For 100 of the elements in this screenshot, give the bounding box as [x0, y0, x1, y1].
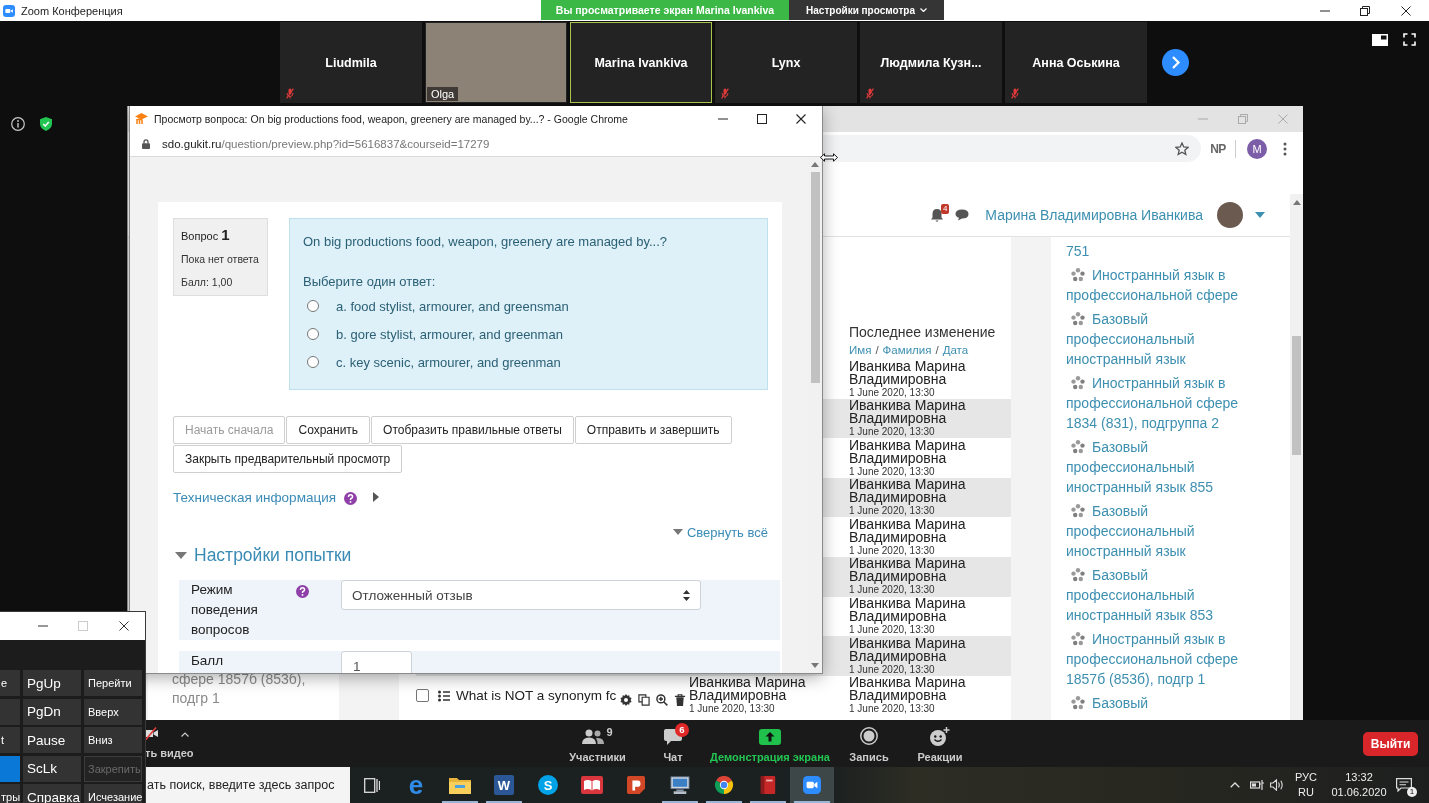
minimize-icon[interactable]	[1320, 9, 1330, 12]
course-link[interactable]: Базовый профессиональный иностранный язык 855	[1066, 437, 1241, 497]
gear-icon[interactable]	[620, 693, 633, 706]
clock-time[interactable]: 13:32	[1345, 770, 1373, 785]
bell-icon[interactable]	[929, 207, 944, 223]
sort-link[interactable]: Фамилия	[882, 344, 932, 356]
action-button[interactable]: Закрыть предварительный просмотр	[173, 445, 403, 473]
star-icon[interactable]	[1175, 141, 1189, 156]
shield-icon[interactable]	[40, 117, 52, 131]
caret-icon[interactable]	[373, 492, 379, 502]
video-camera-icon[interactable]	[801, 776, 823, 794]
record-button[interactable]: Запись	[829, 720, 909, 767]
input-language[interactable]: РУС	[1295, 770, 1317, 785]
scrollbar-thumb[interactable]	[1292, 336, 1301, 455]
keyboard-key[interactable]: PgUp	[23, 670, 81, 696]
keyboard-key[interactable]: ScLk	[23, 755, 81, 782]
taskbar-button[interactable]: W	[482, 767, 526, 803]
leave-button[interactable]: Выйти	[1363, 731, 1418, 756]
folder-icon[interactable]	[449, 776, 471, 794]
computer-icon[interactable]	[669, 776, 691, 794]
document-app-icon[interactable]: W	[494, 775, 514, 795]
sort-link[interactable]: Имя	[849, 344, 872, 356]
keyboard-key[interactable]: Pause	[23, 727, 81, 753]
trash-icon[interactable]	[674, 693, 687, 706]
course-link[interactable]: Базовый профессиональный иностранный язык 853	[1066, 565, 1241, 625]
battery-icon[interactable]	[1250, 779, 1264, 791]
scrollbar-thumb[interactable]	[810, 172, 820, 383]
magnifier-icon[interactable]	[656, 693, 669, 706]
keyboard-key[interactable]: Вверх	[84, 698, 142, 725]
dropdown-field[interactable]: Отложенный отзыв	[341, 580, 701, 610]
close-icon[interactable]	[119, 621, 129, 631]
section-header[interactable]: Настройки попытки	[173, 544, 768, 566]
book-icon[interactable]	[581, 776, 603, 794]
row-checkbox[interactable]	[416, 689, 429, 703]
course-link[interactable]: сфере 1857б (853б), подгр 1	[172, 670, 332, 708]
clock-date[interactable]: 01.06.2020	[1331, 785, 1387, 800]
arrow-up-icon[interactable]	[1292, 200, 1301, 205]
participants-button[interactable]: 9 Участники	[560, 720, 635, 767]
chat-button[interactable]: 6 Чат	[635, 720, 711, 767]
participant-tile[interactable]: Olga	[425, 22, 567, 103]
course-link[interactable]: Иностранный язык в профессиональной сфере 1834 (831), подгруппа 2	[1066, 373, 1241, 433]
participant-tile[interactable]: Людмила Кузн...	[860, 22, 1002, 103]
caret-down-icon[interactable]	[1255, 212, 1265, 218]
course-link[interactable]: Базовый	[1066, 693, 1241, 713]
action-button[interactable]: Отобразить правильные ответы	[371, 416, 574, 444]
keyboard-layout[interactable]: RU	[1298, 785, 1314, 800]
keyboard-key[interactable]: e	[0, 670, 20, 696]
search-field[interactable]: ать поиск, введите здесь запрос	[145, 767, 350, 803]
keyboard-key[interactable]: Перейти	[84, 670, 142, 696]
profile-button[interactable]: M	[1247, 138, 1267, 159]
question-name[interactable]: What is NOT a synonym fc	[456, 688, 617, 704]
course-link[interactable]: Иностранный язык в профессиональной сфере 1857б (853б), подгр 1	[1066, 629, 1241, 689]
restore-icon[interactable]	[1360, 5, 1370, 16]
info-icon[interactable]	[11, 117, 25, 131]
task-view-icon[interactable]	[364, 777, 380, 793]
caret-up-icon[interactable]	[181, 732, 189, 737]
taskbar-button[interactable]	[790, 767, 834, 803]
fullscreen-icon[interactable]	[1403, 33, 1416, 46]
text-input-field[interactable]: 1	[341, 651, 412, 673]
option-label[interactable]: a. food stylist, armourer, and greensman	[336, 298, 569, 314]
keyboard-key[interactable]: Исчезание	[84, 784, 142, 803]
view-options-button[interactable]: Настройки просмотра	[789, 0, 944, 20]
course-link[interactable]: Иностранный язык в профессиональной сфере	[1066, 265, 1241, 305]
close-icon[interactable]	[1401, 5, 1411, 16]
extension-button[interactable]: NP	[1206, 141, 1230, 156]
minimize-icon[interactable]	[718, 117, 728, 120]
keyboard-key[interactable]: Вниз	[84, 727, 142, 753]
course-link[interactable]: Базовый профессиональный иностранный язык	[1066, 309, 1241, 369]
course-link[interactable]: 751	[1066, 241, 1241, 261]
reactions-button[interactable]: Реакции	[909, 720, 971, 767]
share-screen-button[interactable]: Демонстрация экрана	[711, 720, 829, 767]
scrollbar[interactable]	[808, 157, 822, 673]
speaker-icon[interactable]	[1270, 779, 1284, 791]
participant-tile[interactable]: Marina Ivankiva	[570, 22, 712, 103]
app-icon[interactable]	[625, 776, 647, 794]
notification-icon[interactable]	[1396, 778, 1412, 792]
participant-tile[interactable]: Liudmila	[280, 22, 422, 103]
help-icon[interactable]	[344, 492, 357, 505]
close-icon[interactable]	[796, 113, 806, 124]
chat-bubble-icon[interactable]	[955, 209, 970, 221]
copy-icon[interactable]	[638, 693, 651, 706]
arrow-down-icon[interactable]	[811, 663, 819, 668]
course-link[interactable]: Базовый профессиональный иностранный язык	[1066, 501, 1241, 561]
radio-button[interactable]	[307, 300, 319, 312]
e-logo-icon[interactable]: e	[408, 775, 424, 795]
sort-link[interactable]: Дата	[942, 344, 969, 356]
caret-up-icon[interactable]	[1230, 782, 1240, 788]
more-icon[interactable]	[1283, 141, 1287, 156]
collapse-all-link[interactable]: Свернуть всё	[672, 524, 768, 540]
tech-info-link[interactable]: Техническая информация	[173, 489, 336, 505]
action-button[interactable]: Отправить и завершить	[574, 416, 732, 444]
speaker-view-icon[interactable]	[1372, 34, 1388, 46]
user-menu-link[interactable]: Марина Владимировна Иванкива	[985, 207, 1203, 223]
avatar-placeholder[interactable]	[1217, 202, 1243, 228]
action-button[interactable]: Сохранить	[286, 416, 371, 444]
help-icon[interactable]	[296, 585, 309, 598]
radio-button[interactable]	[307, 328, 319, 340]
url-text[interactable]: sdo.gukit.ru/question/preview.php?id=5616837&courseid=17279	[162, 137, 490, 150]
participant-tile[interactable]: Lynx	[715, 22, 857, 103]
option-label[interactable]: b. gore stylist, armourer, and greenman	[336, 326, 563, 342]
